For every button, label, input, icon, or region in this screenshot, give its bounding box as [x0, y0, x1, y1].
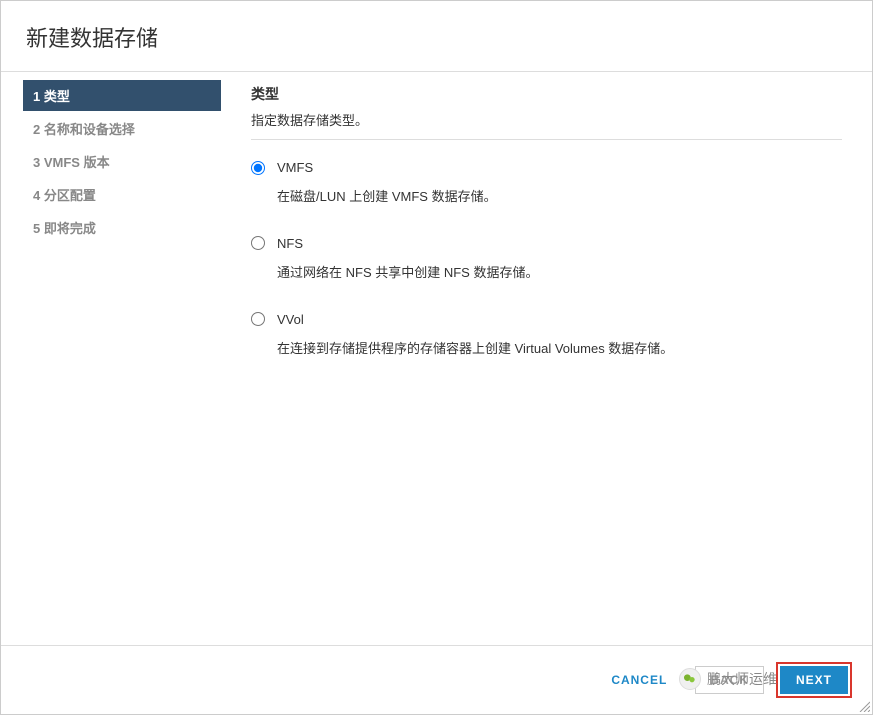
dialog-title: 新建数据存储 [26, 21, 847, 53]
step-name-device: 2 名称和设备选择 [23, 113, 221, 144]
content-subtitle: 指定数据存储类型。 [251, 110, 842, 129]
radio-nfs[interactable] [251, 236, 265, 250]
option-vmfs: VMFS 在磁盘/LUN 上创建 VMFS 数据存储。 [251, 160, 842, 208]
radio-vvol[interactable] [251, 312, 265, 326]
main-content: 类型 指定数据存储类型。 VMFS 在磁盘/LUN 上创建 VMFS 数据存储。… [226, 72, 872, 655]
radio-label-nfs: NFS [277, 236, 303, 251]
wizard-sidebar: 1 类型 2 名称和设备选择 3 VMFS 版本 4 分区配置 5 即将完成 [1, 72, 226, 655]
back-button[interactable]: BACK [695, 666, 764, 694]
option-desc-vmfs: 在磁盘/LUN 上创建 VMFS 数据存储。 [277, 187, 842, 208]
content-title: 类型 [251, 84, 842, 104]
option-desc-nfs: 通过网络在 NFS 共享中创建 NFS 数据存储。 [277, 263, 842, 284]
next-button-highlight: NEXT [776, 662, 852, 698]
cancel-button[interactable]: CANCEL [595, 665, 683, 695]
dialog-header: 新建数据存储 [1, 1, 872, 72]
radio-label-vvol: VVol [277, 312, 304, 327]
option-desc-vvol: 在连接到存储提供程序的存储容器上创建 Virtual Volumes 数据存储。 [277, 339, 842, 360]
radio-label-vmfs: VMFS [277, 160, 313, 175]
resize-handle-icon[interactable] [858, 700, 870, 712]
step-type[interactable]: 1 类型 [23, 80, 221, 111]
dialog-footer: CANCEL BACK NEXT [1, 645, 872, 714]
next-button[interactable]: NEXT [780, 666, 848, 694]
step-ready: 5 即将完成 [23, 212, 221, 243]
dialog-body: 1 类型 2 名称和设备选择 3 VMFS 版本 4 分区配置 5 即将完成 类… [1, 72, 872, 655]
step-partition: 4 分区配置 [23, 179, 221, 210]
radio-vmfs[interactable] [251, 161, 265, 175]
option-vvol: VVol 在连接到存储提供程序的存储容器上创建 Virtual Volumes … [251, 312, 842, 360]
option-nfs: NFS 通过网络在 NFS 共享中创建 NFS 数据存储。 [251, 236, 842, 284]
divider [251, 139, 842, 140]
step-vmfs-version: 3 VMFS 版本 [23, 146, 221, 177]
